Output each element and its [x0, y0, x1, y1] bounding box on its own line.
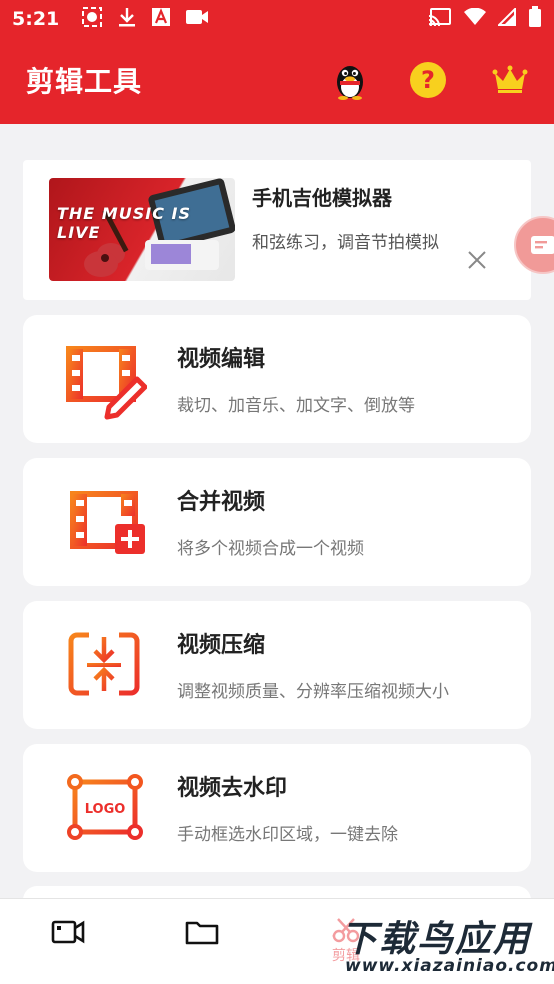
help-icon[interactable]: ? [408, 60, 448, 100]
vip-crown-icon[interactable] [490, 60, 530, 100]
svg-text:?: ? [421, 66, 435, 94]
banner-subtitle: 和弦练习，调音节拍模拟 [252, 233, 439, 253]
app-notification-icon [151, 7, 171, 31]
video-notification-icon [185, 7, 209, 31]
page-title: 剪辑工具 [26, 65, 143, 98]
nav-folder[interactable] [172, 917, 232, 973]
watermark: 下载鸟应用 www.xiazainiao.com [333, 908, 554, 980]
tool-card-video-edit[interactable]: 视频编辑 裁切、加音乐、加文字、倒放等 [23, 315, 531, 443]
nav-video[interactable] [38, 917, 98, 973]
status-bar: 5:21 [0, 0, 554, 38]
banner-image: THE MUSIC IS LIVE [49, 178, 235, 281]
battery-icon [528, 6, 542, 32]
signal-icon [496, 6, 516, 30]
tool-title: 视频压缩 [177, 633, 266, 658]
banner-title: 手机吉他模拟器 [252, 186, 392, 210]
message-card-icon [531, 236, 554, 254]
screen-record-icon [81, 6, 103, 32]
tool-title: 合并视频 [177, 490, 266, 515]
tool-subtitle: 调整视频质量、分辨率压缩视频大小 [177, 682, 449, 702]
qq-penguin-icon[interactable] [330, 60, 370, 100]
banner-card[interactable]: THE MUSIC IS LIVE 手机吉他模拟器 和弦练习，调音节拍模拟 [23, 160, 531, 300]
compress-icon [63, 627, 147, 707]
logo-text: LOGO [85, 802, 126, 817]
folder-icon [185, 921, 219, 945]
logo-frame-icon: LOGO [63, 770, 147, 850]
download-icon [117, 6, 137, 32]
status-time: 5:21 [12, 8, 60, 30]
wifi-icon [464, 7, 486, 30]
tool-card-video-compress[interactable]: 视频压缩 调整视频质量、分辨率压缩视频大小 [23, 601, 531, 729]
film-edit-icon [63, 341, 148, 421]
video-camera-icon [51, 920, 85, 944]
tool-subtitle: 将多个视频合成一个视频 [177, 539, 364, 559]
app-bar: 剪辑工具 ? [0, 38, 554, 124]
watermark-url-text: www.xiazainiao.com [345, 956, 554, 976]
watermark-main-text: 下载鸟应用 [341, 919, 532, 960]
cast-icon [428, 7, 452, 31]
banner-image-text: THE MUSIC IS LIVE [57, 204, 191, 242]
film-add-icon [63, 484, 147, 564]
close-icon[interactable] [465, 248, 489, 272]
tool-title: 视频去水印 [177, 776, 288, 801]
tool-subtitle: 裁切、加音乐、加文字、倒放等 [177, 396, 415, 416]
tool-card-merge-video[interactable]: 合并视频 将多个视频合成一个视频 [23, 458, 531, 586]
tool-title: 视频编辑 [177, 347, 266, 372]
tool-subtitle: 手动框选水印区域，一键去除 [177, 825, 398, 845]
tool-card-remove-watermark[interactable]: LOGO 视频去水印 手动框选水印区域，一键去除 [23, 744, 531, 872]
